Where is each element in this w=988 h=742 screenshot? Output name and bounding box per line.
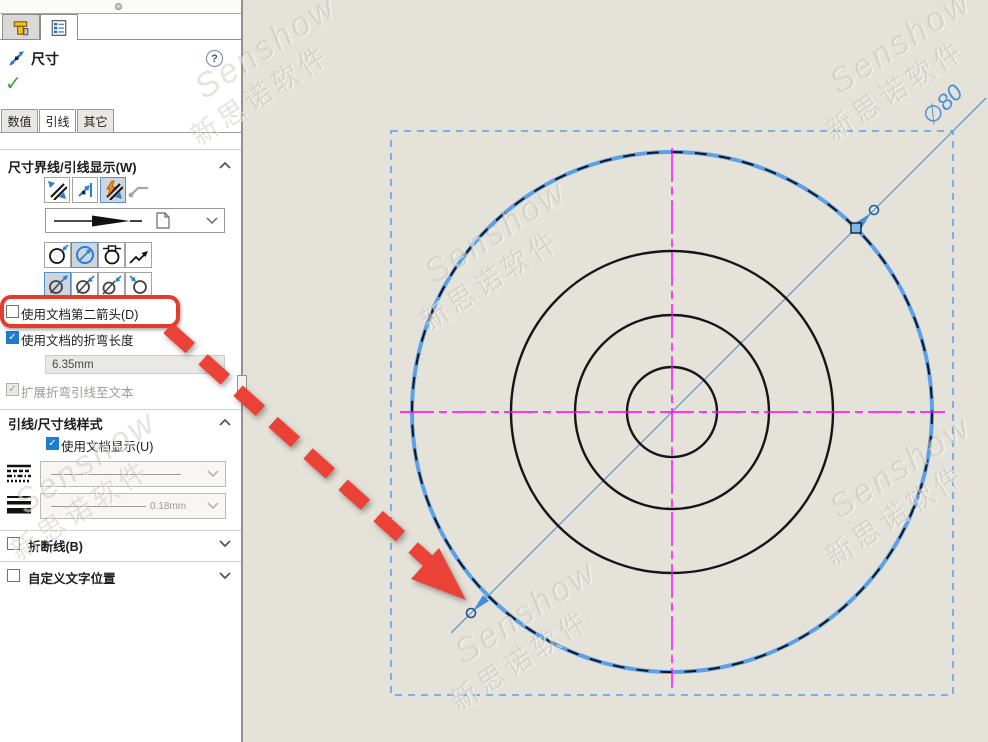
section-divider (0, 149, 241, 150)
panel-top-strip (0, 0, 241, 14)
arrow-outside-circle-button[interactable] (44, 242, 71, 268)
inside-arrows-button[interactable] (72, 177, 98, 203)
arrow-inside-circle-button[interactable] (71, 242, 98, 268)
page-tab-line (114, 132, 241, 133)
checkbox-bent-length[interactable]: ✓ (6, 331, 19, 344)
property-manager-panel: 尺寸 ? ✓ 数值 引线 其它 尺寸界线/引线显示(W) (0, 0, 243, 742)
collapse-chevron-icon[interactable] (218, 160, 232, 170)
diameter-arrow-out-icon (47, 274, 69, 296)
broken-leader-button[interactable] (125, 242, 152, 268)
section-witness-title: 尺寸界线/引线显示(W) (8, 157, 137, 176)
checkbox-break-line[interactable] (7, 537, 20, 550)
arrow-style-dropdown[interactable] (45, 208, 225, 233)
tab-strip-line (0, 39, 40, 40)
pm-tab-properties[interactable] (2, 14, 40, 40)
pm-tab-form[interactable] (40, 14, 78, 40)
section-divider (0, 561, 241, 562)
line-thickness-dropdown: 0.18mm (40, 493, 226, 519)
property-manager-tab-icon (12, 19, 30, 37)
line-thickness-value: 0.18mm (150, 501, 186, 512)
checkbox-bent-length-label[interactable]: 使用文档的折弯长度 (21, 330, 134, 349)
line-thickness-icon (6, 494, 32, 516)
solid-leader-circle-icon (101, 244, 123, 266)
diameter-arrow-in-icon (74, 274, 96, 296)
broken-leader-icon (128, 244, 150, 266)
checkbox-second-arrow-label[interactable]: 使用文档第二箭头(D) (21, 304, 138, 323)
tab-other[interactable]: 其它 (77, 109, 114, 133)
inside-arrows-icon (75, 180, 95, 200)
smart-arrows-icon (103, 180, 123, 200)
dimension-command-icon (7, 48, 27, 68)
diameter-arrow-in-button[interactable] (71, 272, 98, 298)
diameter-slash-arrow-button[interactable] (98, 272, 125, 298)
line-style-dropdown (40, 461, 226, 487)
checkbox-second-arrow[interactable] (6, 305, 19, 318)
outside-arrows-button[interactable] (44, 177, 70, 203)
checkbox-extend-bent-label: 扩展折弯引线至文本 (21, 382, 134, 401)
diagonal-construction-line[interactable] (451, 98, 986, 633)
circle-arrow-icon (128, 274, 150, 296)
panel-splitter-dot (240, 392, 245, 397)
help-icon[interactable]: ? (206, 50, 223, 67)
checkbox-use-doc-display[interactable]: ✓ (46, 437, 59, 450)
diameter-arrow-out-button[interactable] (44, 272, 71, 298)
panel-grip-dot[interactable] (115, 3, 122, 10)
chevron-down-icon (206, 217, 218, 225)
line-thickness-sample (51, 506, 146, 507)
checkbox-use-doc-display-label[interactable]: 使用文档显示(U) (61, 436, 153, 455)
leader-gray-icon (128, 183, 152, 199)
section-custom-text-title[interactable]: 自定义文字位置 (28, 568, 116, 587)
checkbox-extend-bent: ✓ (6, 383, 19, 396)
tab-strip-line (78, 39, 241, 40)
ok-check-icon[interactable]: ✓ (5, 71, 22, 96)
tab-leaders[interactable]: 引线 (39, 109, 76, 133)
arrow-inside-circle-icon (74, 244, 96, 266)
chevron-down-icon (207, 502, 219, 510)
line-style-icon (6, 463, 32, 485)
solid-arrow-sample-icon (54, 213, 154, 229)
dimension-text[interactable]: ∅80 (917, 79, 968, 130)
arrow-outside-circle-icon (47, 244, 69, 266)
document-icon (156, 212, 170, 229)
form-list-tab-icon (50, 19, 68, 37)
collapse-chevron-icon[interactable] (218, 417, 232, 427)
circle-arrow-button[interactable] (125, 272, 152, 298)
expand-chevron-icon[interactable] (218, 571, 232, 581)
page-tab-line (0, 132, 39, 133)
checkbox-custom-text-position[interactable] (7, 569, 20, 582)
panel-title: 尺寸 (31, 49, 59, 69)
selection-handle-square[interactable] (851, 223, 861, 233)
section-leader-style-title: 引线/尺寸线样式 (8, 414, 103, 433)
diameter-slash-arrow-icon (101, 274, 123, 296)
line-style-sample (51, 474, 181, 475)
solid-leader-circle-button[interactable] (98, 242, 125, 268)
smart-arrows-button[interactable] (100, 177, 126, 203)
outside-arrows-icon (47, 180, 67, 200)
tab-value[interactable]: 数值 (1, 109, 38, 133)
section-divider (0, 530, 241, 531)
chevron-down-icon (207, 470, 219, 478)
section-divider (0, 409, 241, 410)
bent-length-input[interactable] (45, 355, 225, 374)
section-break-line-title[interactable]: 折断线(B) (28, 536, 83, 555)
expand-chevron-icon[interactable] (218, 539, 232, 549)
